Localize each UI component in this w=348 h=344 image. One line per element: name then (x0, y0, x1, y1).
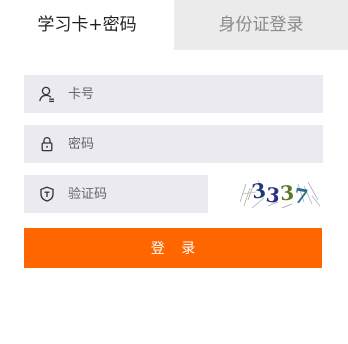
user-icon (38, 85, 56, 103)
login-button[interactable]: 登 录 (24, 228, 322, 268)
shield-icon (38, 185, 56, 203)
tab-id-card-login[interactable]: 身份证登录 (174, 0, 348, 50)
captcha-char-4: 7 (292, 183, 310, 209)
password-input[interactable] (68, 125, 288, 163)
verification-code-field (24, 175, 208, 213)
card-number-input[interactable] (68, 75, 288, 113)
password-field (24, 125, 323, 163)
captcha-image[interactable]: 3 3 3 7 (238, 172, 322, 216)
card-number-field (24, 75, 323, 113)
lock-icon (38, 135, 56, 153)
tab-card-password[interactable]: 学习卡+密码 (0, 0, 174, 50)
captcha-char-2: 3 (265, 182, 281, 207)
login-tabs: 学习卡+密码 身份证登录 (0, 0, 348, 50)
verification-code-input[interactable] (68, 175, 188, 213)
